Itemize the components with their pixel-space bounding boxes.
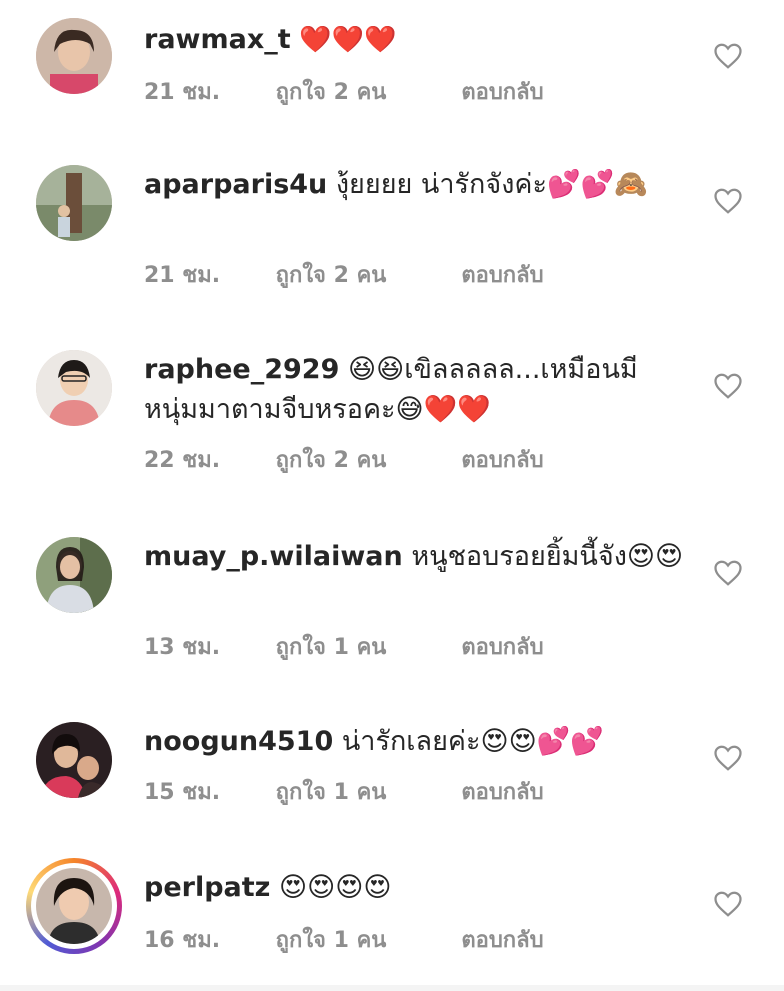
comment-body: rawmax_t ❤️❤️❤️	[144, 20, 684, 60]
username-link[interactable]: noogun4510	[144, 726, 333, 757]
comments-list: rawmax_t ❤️❤️❤️ 21 ชม. ถูกใจ 2 คน ตอบกลั…	[0, 0, 784, 991]
reply-button[interactable]: ตอบกลับ	[461, 257, 543, 292]
heart-outline-icon[interactable]	[713, 187, 743, 215]
comment-body: noogun4510 น่ารักเลยค่ะ😍😍💕💕	[144, 722, 684, 762]
username-link[interactable]: raphee_2929	[144, 354, 339, 385]
comment-timestamp: 21 ชม.	[144, 263, 221, 288]
heart-outline-icon[interactable]	[713, 890, 743, 918]
heart-outline-icon[interactable]	[713, 42, 743, 70]
comment-text: งุ้ยยยย น่ารักจังค่ะ💕💕🙈	[335, 169, 648, 200]
comment-timestamp: 15 ชม.	[144, 780, 221, 805]
likes-count-link[interactable]: ถูกใจ 1 คน	[276, 922, 454, 957]
avatar-story-ring[interactable]	[26, 858, 122, 954]
comment-timestamp: 22 ชม.	[144, 448, 221, 473]
username-link[interactable]: muay_p.wilaiwan	[144, 541, 403, 572]
heart-outline-icon[interactable]	[713, 559, 743, 587]
comment-meta: 21 ชม. ถูกใจ 2 คน ตอบกลับ	[144, 74, 544, 109]
username-link[interactable]: perlpatz	[144, 872, 270, 903]
avatar[interactable]	[36, 537, 112, 613]
likes-count-link[interactable]: ถูกใจ 1 คน	[276, 774, 454, 809]
comment-meta: 13 ชม. ถูกใจ 1 คน ตอบกลับ	[144, 629, 544, 664]
reply-button[interactable]: ตอบกลับ	[461, 442, 543, 477]
comment-body: raphee_2929 😆😆เขิลลลลล...เหมือนมีหนุ่มมา…	[144, 350, 684, 430]
comment-timestamp: 21 ชม.	[144, 80, 221, 105]
comment-text: 😍😍😍😍	[278, 872, 392, 903]
avatar	[36, 868, 112, 944]
comment-text: หนูชอบรอยยิ้มนี้จัง😍😍	[411, 541, 684, 572]
avatar[interactable]	[36, 165, 112, 241]
reply-button[interactable]: ตอบกลับ	[461, 629, 543, 664]
comment-body: aparparis4u งุ้ยยยย น่ารักจังค่ะ💕💕🙈	[144, 165, 684, 205]
bottom-divider	[0, 985, 784, 991]
reply-button[interactable]: ตอบกลับ	[461, 774, 543, 809]
comment-timestamp: 13 ชม.	[144, 635, 221, 660]
heart-outline-icon[interactable]	[713, 372, 743, 400]
heart-outline-icon[interactable]	[713, 744, 743, 772]
likes-count-link[interactable]: ถูกใจ 1 คน	[276, 629, 454, 664]
comment-text: น่ารักเลยค่ะ😍😍💕💕	[341, 726, 604, 757]
comment-text: ❤️❤️❤️	[299, 25, 397, 55]
avatar[interactable]	[36, 722, 112, 798]
avatar[interactable]	[36, 18, 112, 94]
reply-button[interactable]: ตอบกลับ	[461, 74, 543, 109]
likes-count-link[interactable]: ถูกใจ 2 คน	[276, 442, 454, 477]
reply-button[interactable]: ตอบกลับ	[461, 922, 543, 957]
username-link[interactable]: aparparis4u	[144, 169, 327, 200]
comment-meta: 16 ชม. ถูกใจ 1 คน ตอบกลับ	[144, 922, 544, 957]
comment-body: muay_p.wilaiwan หนูชอบรอยยิ้มนี้จัง😍😍	[144, 537, 684, 577]
likes-count-link[interactable]: ถูกใจ 2 คน	[276, 257, 454, 292]
comment-meta: 15 ชม. ถูกใจ 1 คน ตอบกลับ	[144, 774, 544, 809]
avatar[interactable]	[36, 350, 112, 426]
comment-body: perlpatz 😍😍😍😍	[144, 868, 684, 908]
comment-meta: 22 ชม. ถูกใจ 2 คน ตอบกลับ	[144, 442, 544, 477]
likes-count-link[interactable]: ถูกใจ 2 คน	[276, 74, 454, 109]
comment-timestamp: 16 ชม.	[144, 928, 221, 953]
comment-meta: 21 ชม. ถูกใจ 2 คน ตอบกลับ	[144, 257, 544, 292]
username-link[interactable]: rawmax_t	[144, 24, 291, 55]
